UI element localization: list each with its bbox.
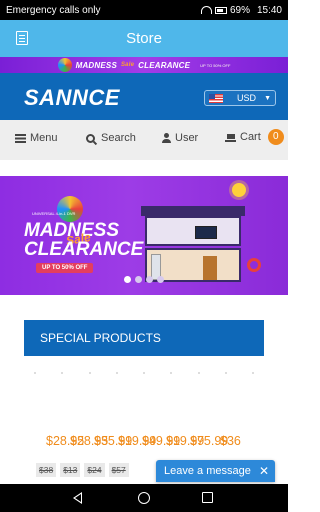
battery-percent: 69% — [229, 4, 250, 16]
hero-clearance: CLEARANCE — [24, 239, 144, 260]
app-title: Store — [126, 30, 162, 47]
hero-small-line: UNIVERSAL 4-in-1 DVR — [32, 211, 76, 216]
close-icon[interactable]: ✕ — [259, 464, 269, 478]
leave-message-widget[interactable]: Leave a message ✕ — [156, 460, 275, 482]
lifebuoy-icon — [247, 258, 261, 272]
hero-banner[interactable]: UNIVERSAL 4-in-1 DVR MADNESS Sale CLEARA… — [0, 176, 288, 295]
system-nav-bar — [0, 484, 288, 512]
currency-code: USD — [237, 93, 257, 103]
old-prices: $38 $13 $24 $57 — [36, 463, 129, 477]
status-icons: 69% 15:40 — [200, 4, 282, 16]
carousel-dots — [124, 276, 164, 283]
site-header: SANNCE USD ▼ — [0, 73, 288, 120]
cart-count-badge: 0 — [267, 129, 284, 145]
carousel-dot[interactable] — [146, 276, 153, 283]
carousel-dot[interactable] — [135, 276, 142, 283]
hero-offer: UP TO 50% OFF — [36, 263, 94, 273]
promo-sale-word: Sale — [120, 62, 135, 68]
app-bar: Store — [0, 20, 288, 57]
nav-cart[interactable]: Cart 0 — [225, 129, 284, 145]
us-flag-icon — [209, 93, 223, 103]
battery-icon — [214, 6, 227, 14]
chevron-down-icon: ▼ — [264, 94, 271, 102]
carrier-text: Emergency calls only — [6, 4, 101, 16]
tv-icon — [195, 226, 217, 239]
logo-text: SANNCE — [24, 85, 120, 110]
old-price: $38 — [36, 463, 57, 477]
nav-user[interactable]: User — [162, 132, 198, 144]
sun-icon — [232, 183, 246, 197]
nav-search[interactable]: Search — [86, 132, 136, 144]
product-prices: $28.95 $28.95 $35.99 $19.99 $49.99 $19.9… — [46, 434, 256, 450]
back-icon[interactable] — [73, 492, 82, 504]
nav-menu[interactable]: Menu — [15, 132, 58, 144]
wifi-icon — [200, 6, 212, 14]
special-products-heading: SPECIAL PRODUCTS — [24, 320, 264, 356]
notes-icon[interactable] — [16, 31, 28, 45]
menu-icon — [15, 133, 26, 143]
loading-placeholders — [34, 372, 254, 374]
site-logo[interactable]: SANNCE — [24, 85, 120, 111]
nav-search-label: Search — [101, 132, 136, 144]
door-icon — [203, 256, 217, 280]
old-price: $13 — [60, 463, 81, 477]
promo-clearance: CLEARANCE — [138, 60, 191, 70]
currency-selector[interactable]: USD ▼ — [204, 90, 276, 106]
promo-ball-icon — [57, 58, 72, 72]
cart-icon — [225, 133, 236, 142]
promo-strip[interactable]: MADNESS Sale CLEARANCE UP TO 50% OFF — [0, 57, 288, 73]
old-price: $57 — [108, 463, 129, 477]
old-price: $24 — [84, 463, 105, 477]
home-icon[interactable] — [138, 492, 150, 504]
promo-ball-icon — [57, 196, 83, 222]
promo-subtext: UP TO 50% OFF — [200, 62, 231, 68]
nav-cart-label: Cart — [240, 131, 261, 143]
leave-message-label: Leave a message — [164, 465, 251, 477]
status-bar: Emergency calls only 69% 15:40 — [0, 0, 288, 20]
search-icon — [86, 133, 95, 143]
carousel-dot[interactable] — [124, 276, 131, 283]
product-price: $36 — [220, 434, 241, 448]
nav-row: Menu Search User Cart 0 — [0, 120, 288, 160]
recent-apps-icon[interactable] — [202, 492, 213, 503]
house-illustration — [133, 206, 253, 284]
nav-user-label: User — [175, 132, 199, 144]
carousel-dot[interactable] — [157, 276, 164, 283]
clock: 15:40 — [256, 4, 282, 16]
nav-menu-label: Menu — [30, 132, 58, 144]
promo-headline: MADNESS — [75, 60, 117, 70]
user-icon — [162, 133, 171, 143]
